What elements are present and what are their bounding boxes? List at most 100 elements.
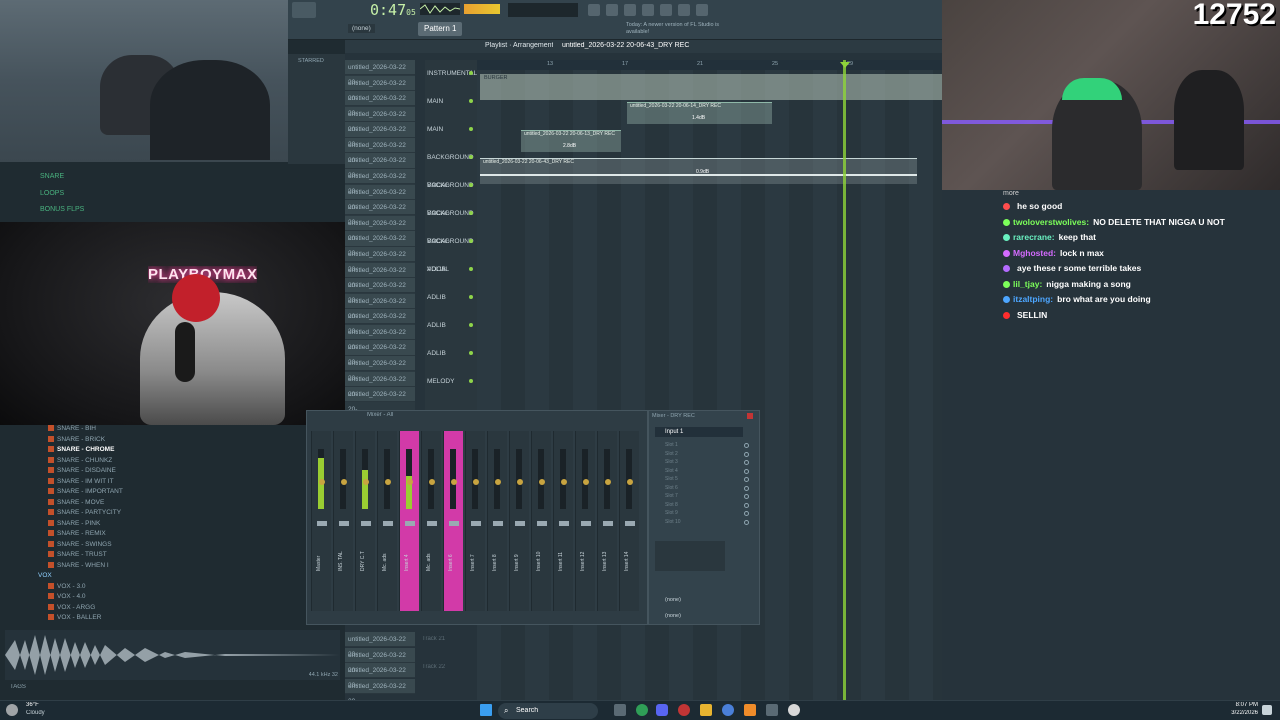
browser-item[interactable]: VOX - BALLER <box>0 613 305 624</box>
volume-fader[interactable] <box>515 521 525 526</box>
windows-start-icon[interactable] <box>480 704 492 716</box>
mixer-channel[interactable]: Insert 10 <box>531 431 551 611</box>
weather-temp[interactable]: 36°F <box>26 702 39 708</box>
playhead[interactable] <box>843 60 846 700</box>
browser-item[interactable]: SNARE - SWINGS <box>0 540 305 551</box>
mixer-channel[interactable]: Master <box>311 431 331 611</box>
pattern-select[interactable]: Pattern 1 <box>418 22 463 36</box>
browser-item[interactable]: SNARE - CHUNKZ <box>0 456 305 467</box>
picker-item[interactable]: untitled_2026-03-22 20- <box>345 184 415 211</box>
browser-folder-vox[interactable]: VOX <box>0 571 305 582</box>
notification-icon[interactable] <box>1262 705 1272 715</box>
track-header[interactable]: MAIN <box>425 88 477 116</box>
track-mute-led-icon[interactable] <box>469 295 473 299</box>
browser-folder-snare[interactable]: SNARE <box>40 173 64 180</box>
picker-item[interactable]: untitled_2026-03-22 20- <box>345 647 415 674</box>
track-header[interactable]: BACKGROUND VOCAL <box>425 144 477 189</box>
volume-fader[interactable] <box>581 521 591 526</box>
mic-icon[interactable] <box>642 4 654 16</box>
tags-label[interactable]: TAGS <box>10 684 26 690</box>
track-mute-led-icon[interactable] <box>469 323 473 327</box>
volume-fader[interactable] <box>537 521 547 526</box>
slot-enable-icon[interactable] <box>744 485 749 491</box>
browser-waveform-preview[interactable]: 44.1 kHz 32 <box>5 630 340 680</box>
fx-slot[interactable]: Slot 8 <box>655 501 755 510</box>
picker-item[interactable]: untitled_2026-03-22 20- <box>345 246 415 273</box>
picker-item[interactable]: untitled_2026-03-22 20- <box>345 215 415 242</box>
taskbar-search[interactable]: ⌕ Search <box>498 703 598 719</box>
fx-slot[interactable]: Slot 7 <box>655 492 755 501</box>
pan-knob-icon[interactable] <box>539 479 545 485</box>
slot-enable-icon[interactable] <box>744 451 749 457</box>
track-header[interactable]: MELODY <box>425 368 477 396</box>
clock-time[interactable]: 8:07 PM <box>1222 702 1258 708</box>
pan-knob-icon[interactable] <box>473 479 479 485</box>
picker-item[interactable]: untitled_2026-03-22 20- <box>345 324 415 351</box>
pan-knob-icon[interactable] <box>451 479 457 485</box>
mixer-channel[interactable]: Insert 8 <box>487 431 507 611</box>
snap-select[interactable]: (none) <box>348 24 375 33</box>
volume-fader[interactable] <box>339 521 349 526</box>
volume-fader[interactable] <box>603 521 613 526</box>
eq-display[interactable] <box>655 541 725 571</box>
fl-studio-icon[interactable] <box>744 704 756 716</box>
slot-enable-icon[interactable] <box>744 477 749 482</box>
track-header[interactable]: INSTRUMENTAL <box>425 60 477 88</box>
volume-fader[interactable] <box>317 521 327 526</box>
browser-item[interactable]: SNARE - WHEN I <box>0 561 305 572</box>
browser-item[interactable]: SNARE - MOVE <box>0 498 305 509</box>
slot-enable-icon[interactable] <box>744 468 749 474</box>
picker-item[interactable]: untitled_2026-03-22 20- <box>345 200 415 226</box>
picker-item[interactable]: untitled_2026-03-22 20- <box>345 60 415 86</box>
picker-item[interactable]: untitled_2026-03-22 20- <box>345 678 415 705</box>
clip-main-vocal[interactable]: untitled_2026-03-22 20-06-14_DRY REC 1.4… <box>627 102 772 124</box>
app-icon[interactable] <box>766 704 778 716</box>
volume-fader[interactable] <box>625 521 635 526</box>
mixer-channel[interactable]: Insert 14 <box>619 431 639 611</box>
browser-item[interactable]: SNARE - BIH <box>0 424 305 435</box>
pan-knob-icon[interactable] <box>429 479 435 485</box>
pan-knob-icon[interactable] <box>627 479 633 485</box>
mixer-channel[interactable]: Insert 11 <box>553 431 573 611</box>
track-header[interactable]: BACKGROUND VOCAL <box>425 228 477 273</box>
weather-cond[interactable]: Cloudy <box>26 710 45 716</box>
picker-item[interactable]: untitled_2026-03-22 20- <box>345 278 415 304</box>
mixer-channel[interactable]: Insert 6 <box>443 431 463 611</box>
track-mute-led-icon[interactable] <box>469 211 473 215</box>
picker-item[interactable]: untitled_2026-03-22 20- <box>345 169 415 195</box>
picker-item[interactable]: untitled_2026-03-22 20- <box>345 231 415 257</box>
mixer-channel[interactable]: Insert 9 <box>509 431 529 611</box>
undo-icon[interactable] <box>624 4 636 16</box>
clip-instrumental[interactable]: BURGER <box>480 74 942 100</box>
browser-item[interactable]: VOX - ARGG <box>0 603 305 614</box>
slot-enable-icon[interactable] <box>744 494 749 499</box>
browser-item[interactable]: SNARE - TRUST <box>0 550 305 561</box>
song-mode-button[interactable] <box>292 2 316 18</box>
track-header[interactable]: ADLIB <box>425 312 477 340</box>
app-icon[interactable] <box>678 704 690 716</box>
track-header[interactable]: ADLIB <box>425 284 477 312</box>
browser-item[interactable]: SNARE - PARTYCITY <box>0 508 305 519</box>
browser-folder-loops[interactable]: LOOPS <box>40 190 64 197</box>
output-select-2[interactable]: (none) <box>665 613 681 619</box>
picker-item[interactable]: untitled_2026-03-22 20- <box>345 106 415 133</box>
folder-icon[interactable] <box>700 704 712 716</box>
mixer-channel[interactable]: Insert 7 <box>465 431 485 611</box>
track-header[interactable]: MAIN <box>425 116 477 144</box>
track-mute-led-icon[interactable] <box>469 183 473 187</box>
mixer-channel[interactable]: INS. TAL <box>333 431 353 611</box>
starred-tab[interactable]: STARRED <box>298 58 324 64</box>
fx-slot[interactable]: Slot 1 <box>655 441 755 450</box>
slot-enable-icon[interactable] <box>744 511 749 516</box>
mixer-channel[interactable]: DRY C.T <box>355 431 375 611</box>
fx-slot[interactable]: Slot 10 <box>655 518 755 527</box>
pan-knob-icon[interactable] <box>583 479 589 485</box>
browser-item-selected[interactable]: SNARE - CHROME <box>0 445 305 456</box>
volume-fader[interactable] <box>493 521 503 526</box>
pan-knob-icon[interactable] <box>341 479 347 485</box>
chrome-icon[interactable] <box>636 704 648 716</box>
clock-date[interactable]: 3/22/2026 <box>1222 710 1258 716</box>
fx-slot[interactable]: Slot 2 <box>655 450 755 459</box>
track-mute-led-icon[interactable] <box>469 99 473 103</box>
playhead-marker-icon[interactable] <box>840 62 850 68</box>
